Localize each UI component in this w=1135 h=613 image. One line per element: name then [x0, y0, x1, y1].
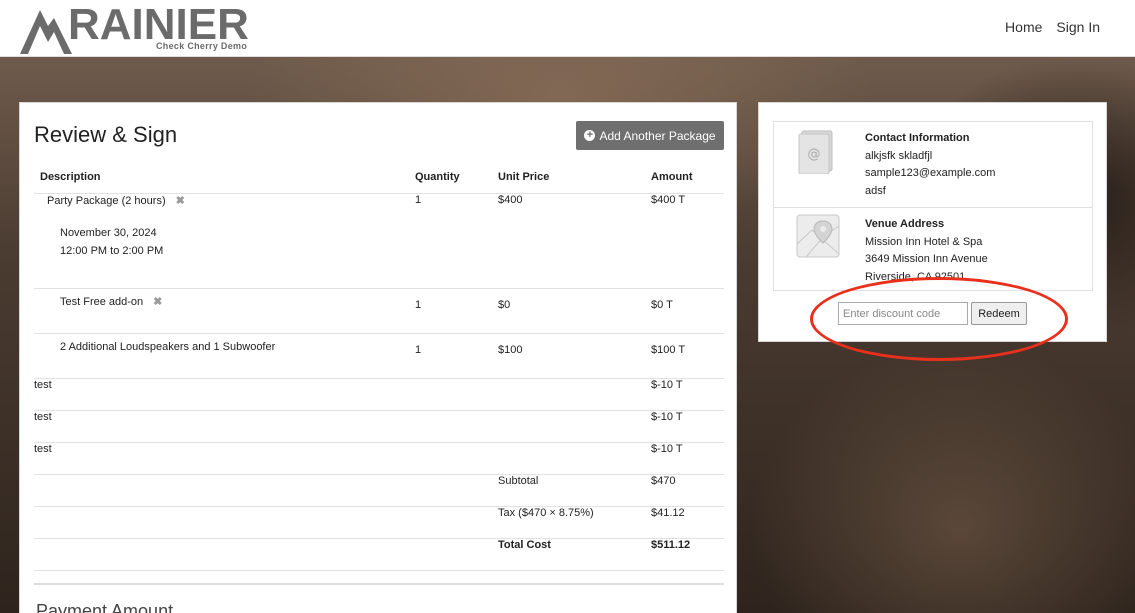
- addon-unit-price: $0: [492, 288, 645, 334]
- add-package-label: Add Another Package: [599, 128, 716, 143]
- page-title: Review & Sign: [34, 122, 178, 147]
- remove-x-icon[interactable]: ✖: [176, 195, 185, 207]
- logo-subtitle: Check Cherry Demo: [156, 41, 248, 51]
- header: RAINIER Check Cherry Demo Home Sign In: [0, 0, 1135, 57]
- addon-quantity: 1: [409, 288, 492, 334]
- logo[interactable]: RAINIER Check Cherry Demo: [18, 2, 253, 54]
- column-header-unit-price: Unit Price: [492, 162, 645, 194]
- contact-email: sample123@example.com: [865, 167, 996, 179]
- contact-title: Contact Information: [865, 132, 970, 144]
- tax-label: Tax ($470 × 8.75%): [492, 506, 645, 539]
- package-name: Party Package (2 hours): [47, 194, 166, 207]
- total-row: Total Cost $511.12: [34, 538, 724, 571]
- table-row: Party Package (2 hours) ✖ November 30, 20…: [34, 193, 724, 289]
- subtotal-row: Subtotal $470: [34, 474, 724, 507]
- discount-amount: $-10 T: [645, 410, 724, 443]
- nav-home-link[interactable]: Home: [1005, 19, 1042, 35]
- venue-title: Venue Address: [865, 218, 945, 230]
- discount-amount: $-10 T: [645, 442, 724, 475]
- package-unit-price: $400: [492, 193, 645, 289]
- top-nav: Home Sign In: [1005, 19, 1100, 35]
- contact-section: @ Contact Information alkjsfk skladfjl s…: [774, 122, 1092, 207]
- addon-quantity: 1: [409, 333, 492, 379]
- address-book-icon: @: [798, 130, 833, 174]
- table-row: 2 Additional Loudspeakers and 1 Subwoofe…: [34, 333, 724, 379]
- highlight-circle-annotation: [810, 277, 1068, 361]
- plus-circle-icon: +: [584, 130, 596, 141]
- table-row: test $-10 T: [34, 442, 724, 475]
- table-row: test $-10 T: [34, 410, 724, 443]
- discount-amount: $-10 T: [645, 378, 724, 411]
- mountain-logo-icon: [20, 10, 72, 54]
- discount-name: test: [34, 378, 409, 411]
- remove-x-icon[interactable]: ✖: [153, 296, 162, 308]
- subtotal-label: Subtotal: [492, 474, 645, 507]
- venue-street: 3649 Mission Inn Avenue: [865, 253, 988, 265]
- tax-value: $41.12: [645, 506, 724, 539]
- addon-unit-price: $100: [492, 333, 645, 379]
- venue-name: Mission Inn Hotel & Spa: [865, 235, 983, 248]
- venue-details: Venue Address Mission Inn Hotel & Spa 36…: [865, 216, 988, 286]
- tax-row: Tax ($470 × 8.75%) $41.12: [34, 506, 724, 539]
- package-time: 12:00 PM to 2:00 PM: [60, 244, 164, 257]
- table-row: test $-10 T: [34, 378, 724, 411]
- contact-details: Contact Information alkjsfk skladfjl sam…: [865, 130, 995, 200]
- column-header-quantity: Quantity: [409, 162, 492, 194]
- table-row: Test Free add-on ✖ 1 $0 $0 T: [34, 288, 724, 334]
- addon-amount: $100 T: [645, 333, 724, 379]
- add-package-button[interactable]: + Add Another Package: [576, 121, 724, 150]
- nav-sign-in-link[interactable]: Sign In: [1056, 19, 1100, 35]
- section-divider: [34, 583, 724, 585]
- svg-text:@: @: [808, 147, 821, 162]
- subtotal-value: $470: [645, 474, 724, 507]
- column-header-amount: Amount: [645, 162, 724, 194]
- package-quantity: 1: [409, 193, 492, 289]
- info-box: @ Contact Information alkjsfk skladfjl s…: [773, 121, 1093, 291]
- contact-name: alkjsfk skladfjl: [865, 149, 933, 162]
- contact-extra: adsf: [865, 184, 886, 197]
- payment-amount-heading: Payment Amount: [36, 601, 174, 613]
- map-pin-icon: [796, 214, 840, 258]
- package-date: November 30, 2024: [60, 226, 157, 239]
- review-panel: Review & Sign + Add Another Package Desc…: [19, 102, 737, 613]
- addon-name: 2 Additional Loudspeakers and 1 Subwoofe…: [60, 340, 276, 353]
- column-header-description: Description: [34, 162, 409, 194]
- package-amount: $400 T: [645, 193, 724, 289]
- addon-name: Test Free add-on: [60, 295, 144, 308]
- addon-amount: $0 T: [645, 288, 724, 334]
- table-header-row: Description Quantity Unit Price Amount: [34, 162, 724, 194]
- total-label: Total Cost: [492, 538, 645, 571]
- discount-name: test: [34, 410, 409, 443]
- discount-name: test: [34, 442, 409, 475]
- total-value: $511.12: [645, 538, 724, 571]
- line-items-table: Description Quantity Unit Price Amount P…: [34, 162, 724, 571]
